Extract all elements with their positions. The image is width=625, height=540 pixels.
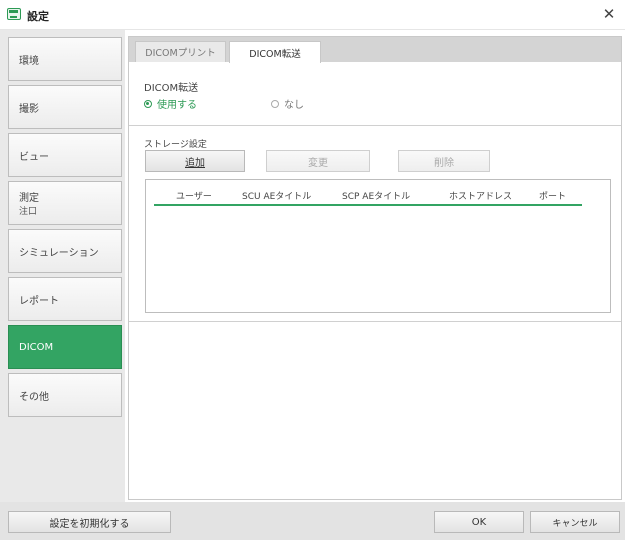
sidebar: 環境 撮影 ビュー 測定 注口 シミュレーション レポート DICOM その他 xyxy=(0,30,125,502)
sidebar-item-sublabel: 注口 xyxy=(19,207,38,217)
sidebar-item-environment[interactable]: 環境 xyxy=(8,37,122,81)
ok-button[interactable]: OK xyxy=(434,511,524,533)
tab-dicom-transfer[interactable]: DICOM転送 xyxy=(229,41,321,63)
sidebar-item-other[interactable]: その他 xyxy=(8,373,122,417)
reset-settings-button[interactable]: 設定を初期化する xyxy=(8,511,171,533)
title-bar: 設定 ✕ xyxy=(0,0,625,30)
sidebar-item-simulation[interactable]: シミュレーション xyxy=(8,229,122,273)
sidebar-item-report[interactable]: レポート xyxy=(8,277,122,321)
cancel-label: キャンセル xyxy=(552,518,598,529)
sidebar-item-label: DICOM xyxy=(19,341,54,353)
sidebar-item-label: ビュー xyxy=(19,151,49,163)
window-title: 設定 xyxy=(27,10,49,23)
column-header-scp-ae-title: SCP AEタイトル xyxy=(342,192,411,202)
tab-strip: DICOMプリント DICOM転送 xyxy=(129,37,621,63)
sidebar-item-label: レポート xyxy=(19,295,59,307)
change-button[interactable]: 変更 xyxy=(266,150,370,172)
table-header-underline xyxy=(154,204,582,206)
add-button-label: 追加 xyxy=(185,157,205,169)
reset-settings-label: 設定を初期化する xyxy=(49,518,130,530)
close-icon: ✕ xyxy=(602,5,616,23)
radio-use[interactable]: 使用する xyxy=(144,96,197,111)
sidebar-item-view[interactable]: ビュー xyxy=(8,133,122,177)
sidebar-item-label: 撮影 xyxy=(19,103,39,115)
radio-use-label: 使用する xyxy=(157,100,197,111)
sidebar-item-label: 環境 xyxy=(19,55,39,67)
add-button[interactable]: 追加 xyxy=(145,150,245,172)
tab-dicom-print[interactable]: DICOMプリント xyxy=(135,41,226,62)
radio-none[interactable]: なし xyxy=(271,96,304,111)
section-divider xyxy=(129,125,621,126)
ok-label: OK xyxy=(471,516,487,528)
sidebar-item-dicom[interactable]: DICOM xyxy=(8,325,122,369)
close-button[interactable]: ✕ xyxy=(599,4,619,24)
delete-button-label: 削除 xyxy=(434,157,454,169)
sidebar-item-label: その他 xyxy=(19,391,49,403)
radio-none-label: なし xyxy=(284,100,304,111)
column-header-port: ポート xyxy=(539,192,567,202)
transfer-section-label: DICOM転送 xyxy=(144,83,199,94)
sidebar-item-measurement[interactable]: 測定 注口 xyxy=(8,181,122,225)
sidebar-item-capture[interactable]: 撮影 xyxy=(8,85,122,129)
column-header-user: ユーザー xyxy=(176,192,212,202)
section-divider-bottom xyxy=(129,321,621,322)
sidebar-item-label: 測定 xyxy=(19,193,39,204)
cancel-button[interactable]: キャンセル xyxy=(530,511,620,533)
delete-button[interactable]: 削除 xyxy=(398,150,490,172)
settings-app-icon xyxy=(7,8,21,20)
storage-table[interactable]: ユーザー SCU AEタイトル SCP AEタイトル ホストアドレス ポート xyxy=(145,179,611,313)
column-header-host-address: ホストアドレス xyxy=(449,192,513,202)
settings-panel: DICOMプリント DICOM転送 DICOM転送 使用する なし ストレージ設… xyxy=(128,36,622,500)
radio-selected-icon xyxy=(144,99,152,108)
radio-unselected-icon xyxy=(271,99,279,108)
sidebar-item-label: シミュレーション xyxy=(19,247,99,259)
storage-section-label: ストレージ設定 xyxy=(144,140,207,150)
footer-bar: 設定を初期化する OK キャンセル xyxy=(0,502,625,540)
change-button-label: 変更 xyxy=(308,157,328,169)
column-header-scu-ae-title: SCU AEタイトル xyxy=(242,192,312,202)
